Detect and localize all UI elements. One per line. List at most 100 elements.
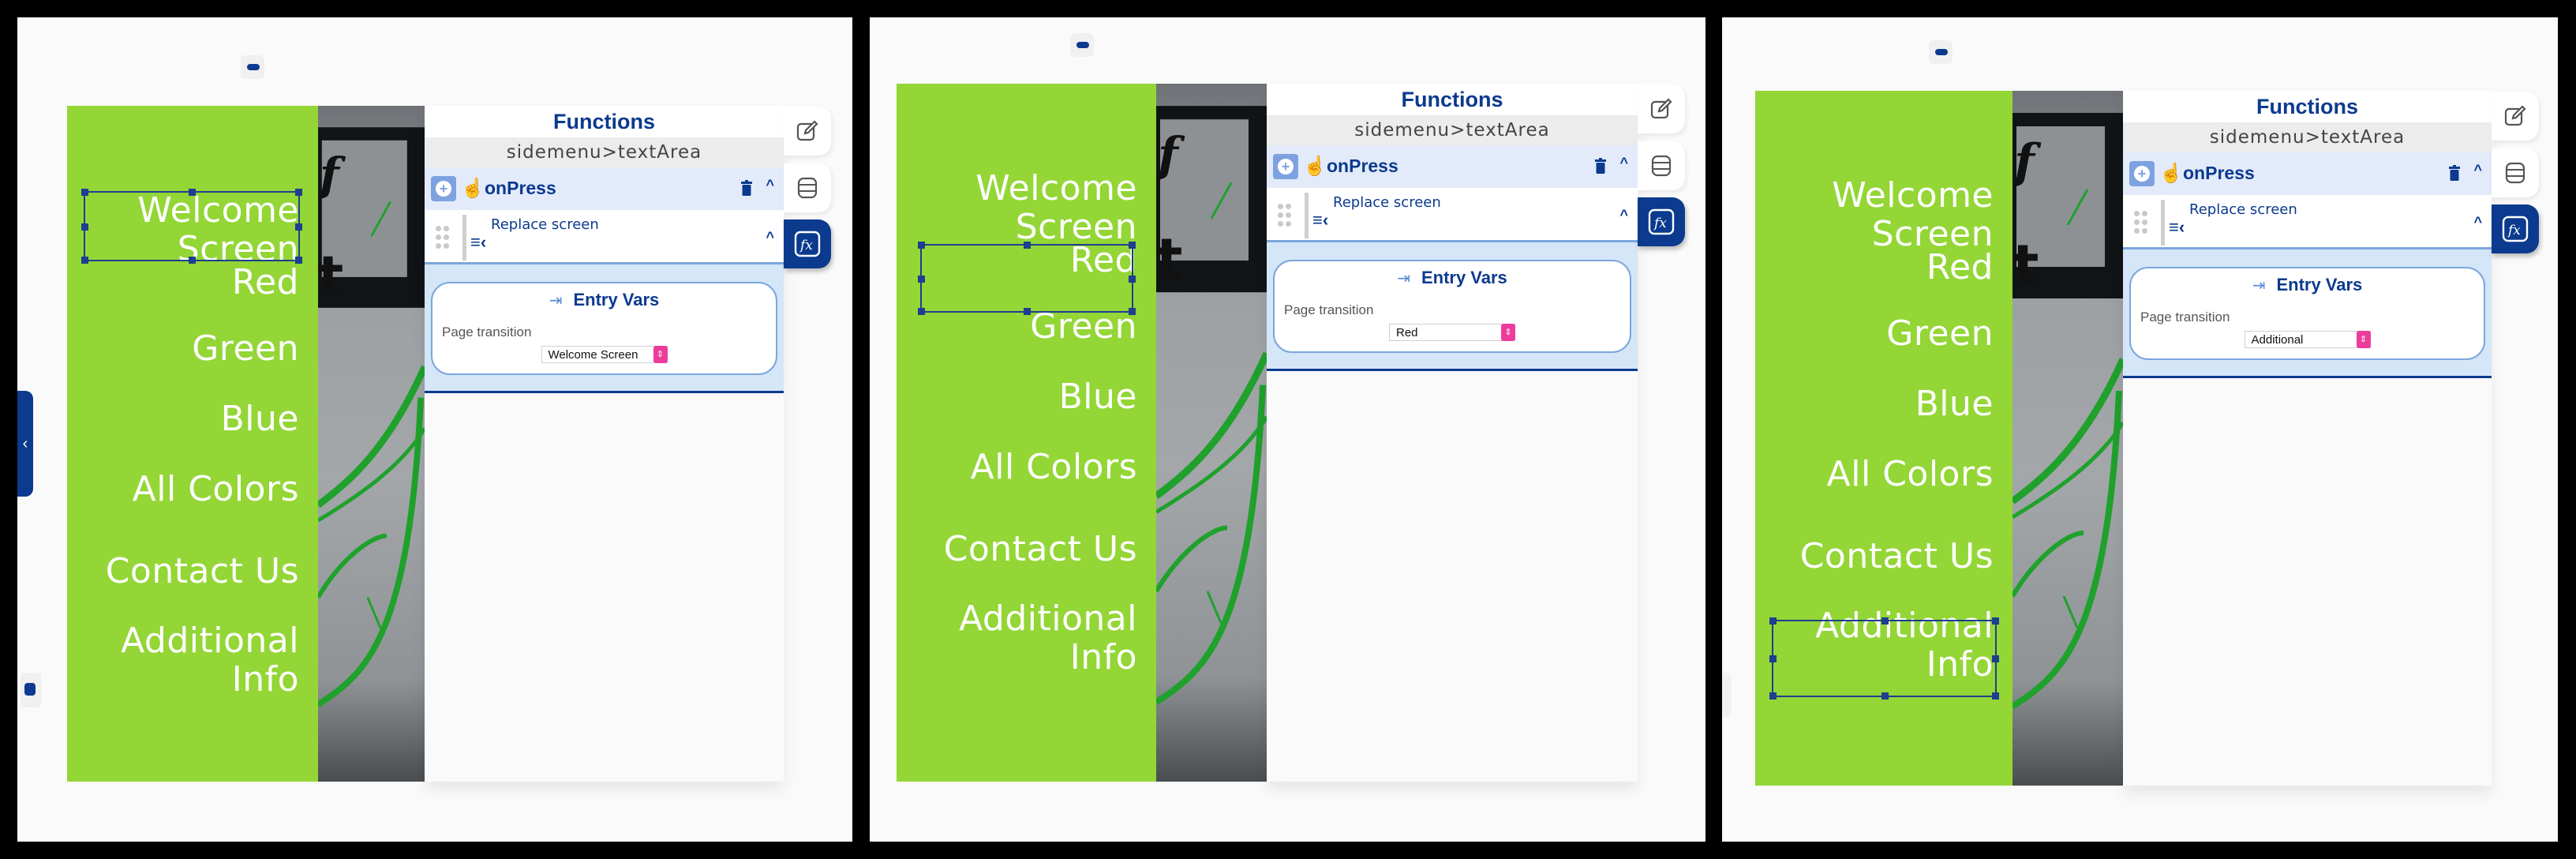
menu-item-blue[interactable]: Blue (1915, 384, 1994, 423)
plus-circle-icon[interactable] (1273, 154, 1298, 179)
entry-vars-title: Entry Vars (573, 290, 660, 309)
resize-handle[interactable] (1992, 655, 1999, 662)
chevron-up-icon[interactable]: ^ (2473, 214, 2482, 231)
chevron-up-icon[interactable]: ^ (2473, 162, 2482, 178)
menu-item-all-colors[interactable]: All Colors (971, 448, 1137, 486)
menu-item-welcome-screen[interactable]: Welcome Screen (1832, 176, 1994, 253)
menu-item-all-colors[interactable]: All Colors (1827, 455, 1994, 493)
resize-handle[interactable] (1881, 617, 1889, 625)
resize-handle[interactable] (1992, 692, 1999, 700)
svg-text:t: t (1156, 227, 1182, 291)
tab-data[interactable] (1638, 141, 1685, 190)
tab-functions[interactable]: fx (2492, 204, 2539, 253)
event-row[interactable]: ☝ onPress ^ (2123, 152, 2492, 195)
canvas-handle-top[interactable] (241, 55, 264, 79)
tab-data[interactable] (2492, 148, 2539, 197)
menu-item-green[interactable]: Green (1030, 307, 1137, 346)
resize-handle[interactable] (295, 257, 302, 264)
resize-handle[interactable] (81, 223, 88, 231)
chevron-up-icon[interactable]: ^ (1619, 155, 1628, 171)
resize-handle[interactable] (1129, 308, 1136, 315)
side-menu: Welcome Screen Red Green Blue All Colors … (897, 84, 1156, 782)
panel-handle[interactable] (1722, 673, 1732, 717)
chevron-up-icon[interactable]: ^ (1619, 207, 1628, 223)
chevron-updown-icon[interactable]: ⇕ (653, 346, 668, 363)
tab-edit[interactable] (2492, 92, 2539, 141)
tab-functions[interactable]: fx (784, 219, 831, 268)
menu-item-red[interactable]: Red (232, 263, 299, 302)
chevron-up-icon[interactable]: ^ (766, 177, 774, 193)
trash-icon[interactable] (741, 180, 752, 196)
resize-handle[interactable] (1881, 692, 1889, 700)
canvas-handle-top[interactable] (1070, 33, 1094, 57)
menu-item-line: Green (192, 328, 299, 369)
resize-handle[interactable] (918, 242, 925, 249)
photo-drawing: f t (2012, 113, 2123, 710)
action-row[interactable]: ≡‹ Replace screen ^ (1267, 188, 1638, 242)
tab-data[interactable] (784, 163, 831, 212)
selection-box[interactable] (81, 189, 302, 264)
slider-handle[interactable] (21, 673, 41, 707)
resize-handle[interactable] (295, 223, 302, 231)
chevron-updown-icon[interactable]: ⇕ (2356, 331, 2371, 348)
resize-handle[interactable] (189, 189, 196, 196)
selection-box[interactable] (1769, 617, 1999, 700)
resize-handle[interactable] (81, 257, 88, 264)
tab-edit[interactable] (1638, 84, 1685, 133)
database-icon (797, 177, 818, 199)
event-row[interactable]: ☝ onPress ^ (425, 167, 784, 210)
action-label: Replace screen (1333, 194, 1441, 211)
page-transition-select[interactable]: Red ⇕ (1389, 324, 1515, 341)
background-photo: f t (1156, 84, 1267, 782)
menu-item-additional-info[interactable]: Additional Info (959, 599, 1137, 677)
trash-icon[interactable] (1595, 158, 1606, 174)
resize-handle[interactable] (1024, 308, 1031, 315)
resize-handle[interactable] (918, 308, 925, 315)
menu-item-contact-us[interactable]: Contact Us (106, 552, 299, 591)
menu-item-additional-info[interactable]: Additional Info (121, 621, 299, 699)
resize-handle[interactable] (1769, 692, 1777, 700)
menu-item-all-colors[interactable]: All Colors (133, 470, 299, 508)
fx-icon: fx (794, 231, 821, 257)
menu-item-contact-us[interactable]: Contact Us (944, 530, 1137, 568)
page-transition-select[interactable]: Additional ⇕ (2244, 331, 2371, 348)
chevron-updown-icon[interactable]: ⇕ (1501, 324, 1515, 341)
event-row[interactable]: ☝ onPress ^ (1267, 145, 1638, 188)
action-row[interactable]: ≡‹ Replace screen ^ (425, 210, 784, 264)
tab-edit[interactable] (784, 107, 831, 156)
menu-item-blue[interactable]: Blue (221, 399, 299, 438)
resize-handle[interactable] (1992, 617, 1999, 625)
plus-circle-icon[interactable] (431, 176, 456, 201)
menu-item-red[interactable]: Red (1926, 248, 1994, 287)
chevron-up-icon[interactable]: ^ (766, 229, 774, 246)
page-transition-select[interactable]: Welcome Screen ⇕ (541, 346, 668, 363)
plus-circle-icon[interactable] (2129, 161, 2155, 186)
resize-handle[interactable] (1024, 242, 1031, 249)
menu-item-line: All Colors (970, 447, 1137, 487)
resize-handle[interactable] (1769, 617, 1777, 625)
resize-handle[interactable] (189, 257, 196, 264)
menu-item-green[interactable]: Green (1886, 314, 1994, 353)
resize-handle[interactable] (1129, 275, 1136, 283)
canvas-handle-top[interactable] (1929, 40, 1953, 64)
drag-handle-icon[interactable] (2134, 211, 2148, 234)
resize-handle[interactable] (918, 275, 925, 283)
menu-item-blue[interactable]: Blue (1059, 377, 1137, 416)
selection-box[interactable] (918, 242, 1136, 315)
page-transition-label: Page transition (2140, 309, 2230, 324)
resize-handle[interactable] (1769, 655, 1777, 662)
resize-handle[interactable] (295, 189, 302, 196)
menu-item-contact-us[interactable]: Contact Us (1800, 537, 1994, 576)
menu-item-green[interactable]: Green (192, 329, 299, 368)
resize-handle[interactable] (1129, 242, 1136, 249)
chevron-left-icon[interactable]: ‹ (17, 391, 33, 497)
action-row[interactable]: ≡‹ Replace screen ^ (2123, 195, 2492, 249)
functions-title: Functions (1267, 84, 1638, 115)
menu-item-welcome-screen[interactable]: Welcome Screen (975, 169, 1137, 246)
trash-icon[interactable] (2449, 165, 2460, 181)
entry-vars-section: ⇥ Entry Vars Page transition Red ⇕ (1267, 242, 1638, 371)
tab-functions[interactable]: fx (1638, 197, 1685, 246)
drag-handle-icon[interactable] (436, 226, 450, 249)
drag-handle-icon[interactable] (1278, 204, 1292, 227)
resize-handle[interactable] (81, 189, 88, 196)
